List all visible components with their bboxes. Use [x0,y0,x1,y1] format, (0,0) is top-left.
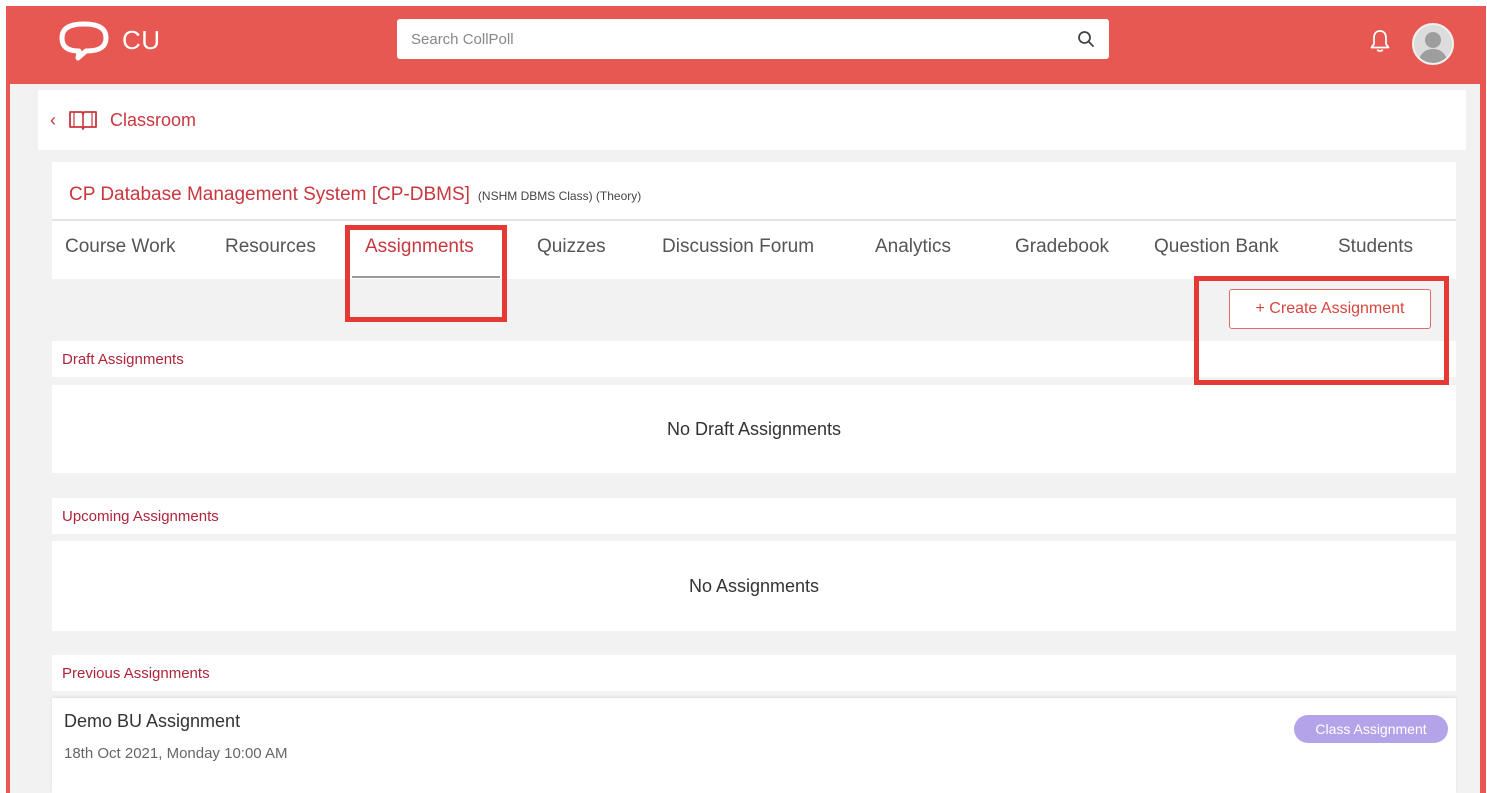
assignment-title[interactable]: Demo BU Assignment [64,711,240,732]
course-card: CP Database Management System [CP-DBMS] … [52,162,1456,279]
breadcrumb[interactable]: ‹ Classroom [38,90,1466,150]
breadcrumb-label[interactable]: Classroom [110,110,196,131]
tab-course-work[interactable]: Course Work [65,236,176,258]
assignment-type-badge: Class Assignment [1294,715,1448,743]
tab-students[interactable]: Students [1338,236,1413,258]
back-chevron-icon[interactable]: ‹ [50,110,56,131]
book-icon [69,111,97,130]
highlight-box-assignments-tab [345,225,507,322]
upcoming-assignments-empty: No Assignments [52,541,1456,631]
highlight-box-create-assignment [1194,276,1449,385]
draft-assignments-empty: No Draft Assignments [52,385,1456,473]
course-header: CP Database Management System [CP-DBMS] … [69,184,641,206]
tab-quizzes[interactable]: Quizzes [537,236,606,258]
logo-text: CU [122,24,161,55]
app-logo[interactable]: CU [52,18,161,62]
upcoming-assignments-header: Upcoming Assignments [52,498,1456,534]
avatar-user-icon [1418,32,1448,63]
bell-icon[interactable] [1368,28,1392,54]
tab-analytics[interactable]: Analytics [875,236,951,258]
tab-gradebook[interactable]: Gradebook [1015,236,1109,258]
course-name: CP Database Management System [CP-DBMS] [69,184,470,205]
previous-assignments-header: Previous Assignments [52,655,1456,691]
tab-resources[interactable]: Resources [225,236,316,258]
search-input[interactable] [411,30,1077,48]
tab-question-bank[interactable]: Question Bank [1154,236,1279,258]
search-icon[interactable] [1077,30,1095,48]
avatar[interactable] [1412,23,1454,65]
course-subtitle: (NSHM DBMS Class) (Theory) [477,189,642,203]
search-bar[interactable] [397,19,1109,59]
tab-discussion-forum[interactable]: Discussion Forum [662,236,814,258]
collpoll-logo-icon [59,21,109,61]
assignment-card[interactable]: Demo BU Assignment 18th Oct 2021, Monday… [52,698,1456,793]
assignment-date: 18th Oct 2021, Monday 10:00 AM [64,745,288,762]
tab-bar: Course Work Resources Assignments Quizze… [52,221,1456,279]
